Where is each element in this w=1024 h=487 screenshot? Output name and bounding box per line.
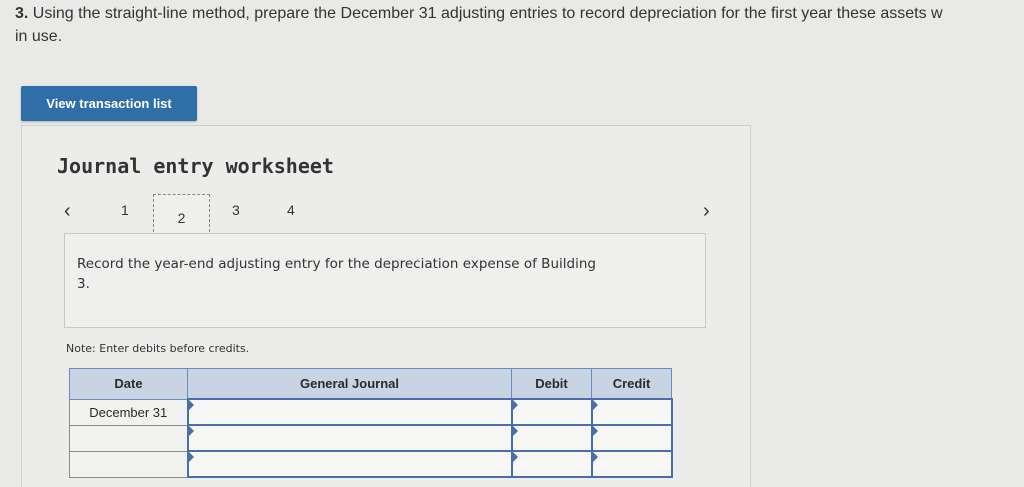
question-number: 3. [15, 5, 29, 22]
header-general-journal: General Journal [187, 368, 512, 400]
header-date: Date [69, 368, 188, 400]
account-input[interactable] [186, 424, 513, 452]
instruction-line-2: 3. [77, 276, 90, 292]
header-debit: Debit [511, 368, 592, 400]
chevron-left-icon[interactable]: ‹ [64, 200, 71, 223]
instruction-text: Record the year-end adjusting entry for … [77, 254, 637, 294]
table-row [69, 424, 673, 452]
page-3[interactable]: 3 [232, 202, 240, 218]
journal-header-row: Date General Journal Debit Credit [69, 368, 672, 400]
table-row [69, 450, 673, 478]
chevron-right-icon[interactable]: › [703, 200, 710, 223]
worksheet-title: Journal entry worksheet [57, 154, 334, 178]
credit-input[interactable] [590, 450, 673, 478]
debit-input[interactable] [510, 424, 593, 452]
instruction-box: Record the year-end adjusting entry for … [64, 233, 706, 328]
question-text: 3. Using the straight-line method, prepa… [15, 2, 1015, 48]
account-input[interactable] [186, 450, 513, 478]
date-cell [69, 450, 188, 478]
question-line-1: Using the straight-line method, prepare … [32, 5, 943, 22]
page-1[interactable]: 1 [121, 202, 129, 218]
debit-credit-note: Note: Enter debits before credits. [66, 342, 250, 355]
account-input[interactable] [186, 398, 513, 426]
date-cell [69, 424, 188, 452]
view-transaction-list-button[interactable]: View transaction list [21, 86, 197, 121]
date-cell: December 31 [69, 398, 188, 426]
instruction-line-1: Record the year-end adjusting entry for … [77, 256, 596, 272]
question-line-2: in use. [15, 28, 63, 45]
debit-input[interactable] [510, 450, 593, 478]
credit-input[interactable] [590, 424, 673, 452]
journal-entry-worksheet: Journal entry worksheet ‹ 1 2 3 4 › Reco… [21, 125, 751, 487]
debit-input[interactable] [510, 398, 593, 426]
credit-input[interactable] [590, 398, 673, 426]
journal-table: Date General Journal Debit Credit Decemb… [69, 368, 673, 478]
header-credit: Credit [591, 368, 672, 400]
table-row: December 31 [69, 398, 673, 426]
page-4[interactable]: 4 [287, 202, 295, 218]
